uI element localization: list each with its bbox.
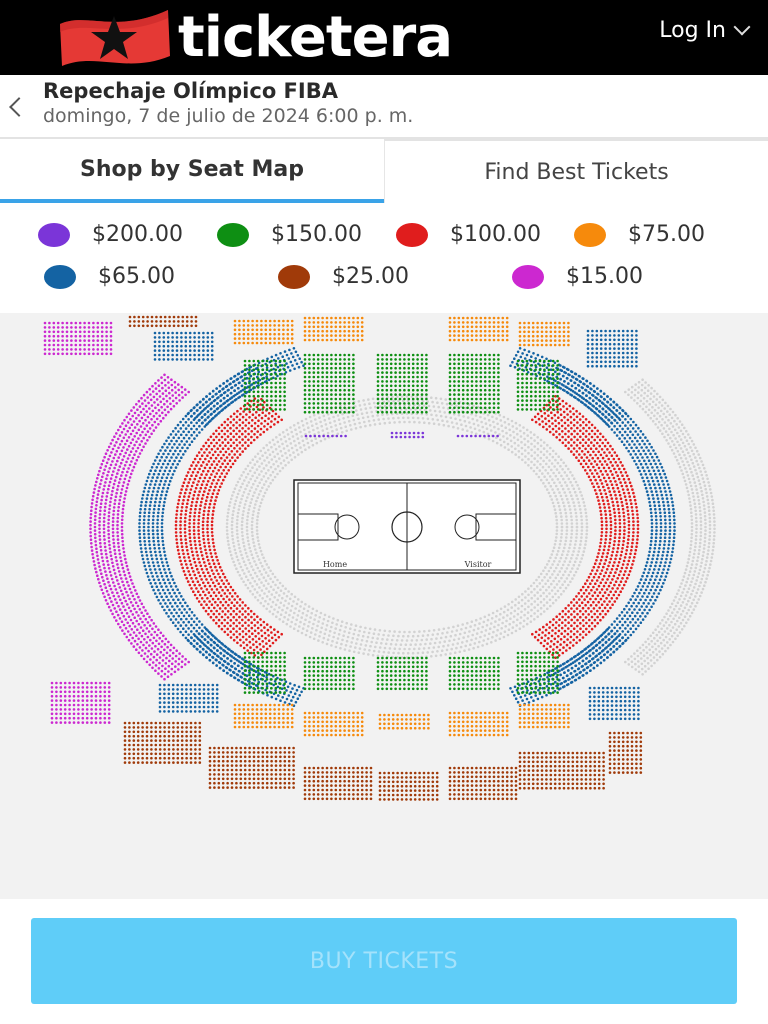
legend-item[interactable]: $100.00 bbox=[396, 222, 541, 247]
legend-price: $75.00 bbox=[628, 222, 705, 247]
seat-map[interactable]: Home Visitor bbox=[0, 313, 768, 899]
flag-star-icon bbox=[56, 4, 174, 72]
login-menu[interactable]: Log In bbox=[659, 18, 751, 43]
legend-price: $15.00 bbox=[566, 264, 643, 289]
visitor-label: Visitor bbox=[464, 560, 492, 569]
back-arrow-icon[interactable] bbox=[6, 93, 26, 119]
basketball-court: Home Visitor bbox=[293, 479, 521, 574]
tab-find-best-tickets[interactable]: Find Best Tickets bbox=[384, 139, 768, 203]
price-dot bbox=[278, 264, 310, 289]
seat-map-canvas[interactable]: Home Visitor bbox=[0, 313, 768, 899]
price-dot bbox=[512, 264, 544, 289]
legend-item[interactable]: $25.00 bbox=[278, 264, 409, 289]
price-dot bbox=[38, 222, 70, 247]
event-date: domingo, 7 de julio de 2024 6:00 p. m. bbox=[43, 105, 414, 127]
price-dot bbox=[44, 264, 76, 289]
legend-price: $65.00 bbox=[98, 264, 175, 289]
price-dot bbox=[217, 222, 249, 247]
legend-price: $25.00 bbox=[332, 264, 409, 289]
legend-item[interactable]: $200.00 bbox=[38, 222, 183, 247]
legend-item[interactable]: $150.00 bbox=[217, 222, 362, 247]
tab-bar: Shop by Seat Map Find Best Tickets bbox=[0, 139, 768, 203]
event-title: Repechaje Olímpico FIBA bbox=[43, 79, 338, 103]
legend-item[interactable]: $15.00 bbox=[512, 264, 643, 289]
price-dot bbox=[396, 222, 428, 247]
ticketera-logo[interactable]: ticketera bbox=[56, 4, 453, 72]
home-label: Home bbox=[323, 560, 347, 569]
price-dot bbox=[574, 222, 606, 247]
legend-price: $100.00 bbox=[450, 222, 541, 247]
legend-price: $200.00 bbox=[92, 222, 183, 247]
legend-price: $150.00 bbox=[271, 222, 362, 247]
event-header: Repechaje Olímpico FIBA domingo, 7 de ju… bbox=[0, 75, 768, 139]
brand-name: ticketera bbox=[178, 5, 453, 70]
chevron-down-icon bbox=[733, 18, 751, 35]
tab-shop-by-seat-map[interactable]: Shop by Seat Map bbox=[0, 139, 384, 203]
buy-tickets-button[interactable]: BUY TICKETS bbox=[31, 918, 737, 1004]
legend-item[interactable]: $75.00 bbox=[574, 222, 705, 247]
login-label: Log In bbox=[659, 18, 726, 43]
price-legend: $200.00 $150.00 $100.00 $75.00 $65.00 $2… bbox=[0, 204, 768, 312]
top-bar: ticketera Log In bbox=[0, 0, 768, 75]
legend-item[interactable]: $65.00 bbox=[44, 264, 175, 289]
